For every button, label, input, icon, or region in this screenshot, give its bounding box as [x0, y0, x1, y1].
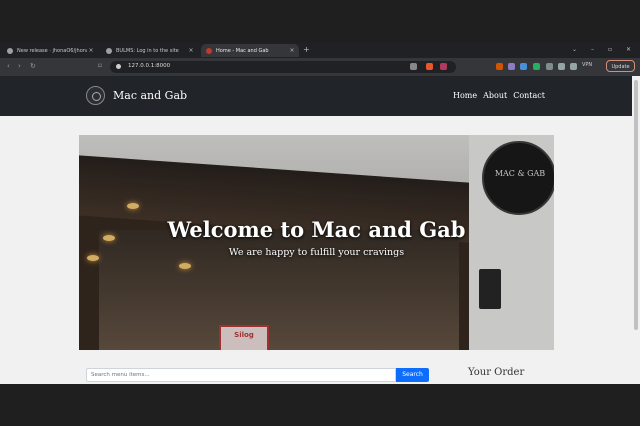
- extension-icon[interactable]: [546, 63, 553, 70]
- site-info-icon[interactable]: [116, 64, 121, 69]
- url-text: 127.0.0.1:8000: [128, 63, 171, 69]
- hero-subtitle: We are happy to fulfill your cravings: [228, 247, 405, 258]
- github-icon: [7, 47, 13, 54]
- browser-window: New release · jhonaO6/jhona × BULMS: Log…: [0, 43, 640, 384]
- chevron-down-icon[interactable]: ⌄: [572, 46, 577, 53]
- brand-name[interactable]: Mac and Gab: [113, 89, 187, 102]
- vpn-button[interactable]: VPN: [582, 62, 592, 68]
- logo[interactable]: [86, 86, 105, 105]
- tab-bulms[interactable]: BULMS: Log in to the site ×: [101, 44, 198, 57]
- extension-icon[interactable]: [533, 63, 540, 70]
- url-field[interactable]: 127.0.0.1:8000: [110, 61, 456, 73]
- update-button[interactable]: Update: [606, 60, 635, 72]
- tab-github[interactable]: New release · jhonaO6/jhona ×: [2, 44, 98, 57]
- tab-label: New release · jhonaO6/jhona: [17, 47, 87, 54]
- nav-about[interactable]: About: [483, 91, 507, 100]
- brave-shield-icon[interactable]: [426, 63, 433, 70]
- tab-label: Home - Mac and Gab: [216, 47, 269, 54]
- scrollbar-thumb[interactable]: [634, 80, 638, 330]
- nav-contact[interactable]: Contact: [513, 91, 545, 100]
- screen-top-bezel: [0, 0, 640, 43]
- address-bar: ‹ › ↻ ⌑ 127.0.0.1:8000 VPN Update: [0, 58, 640, 76]
- nav-home[interactable]: Home: [453, 91, 477, 100]
- wallet-icon[interactable]: [570, 63, 577, 70]
- extension-icon[interactable]: [496, 63, 503, 70]
- site-navbar: Mac and Gab Home About Contact: [0, 76, 632, 116]
- extension-icon[interactable]: [520, 63, 527, 70]
- close-icon[interactable]: ×: [87, 47, 95, 54]
- close-icon[interactable]: ×: [288, 47, 296, 54]
- hero-title: Welcome to Mac and Gab: [167, 217, 466, 242]
- sidebar-icon[interactable]: [558, 63, 565, 70]
- tab-label: BULMS: Log in to the site: [116, 47, 179, 54]
- hero-overlay: [79, 135, 554, 350]
- forward-icon[interactable]: ›: [18, 62, 21, 70]
- maximize-button[interactable]: ▫: [608, 46, 612, 53]
- share-icon[interactable]: [410, 63, 417, 70]
- window-close-button[interactable]: ✕: [626, 46, 631, 53]
- gear-icon: [106, 47, 112, 54]
- site-icon: [206, 47, 212, 54]
- order-heading: Your Order: [468, 367, 525, 378]
- extension-icon[interactable]: [508, 63, 515, 70]
- reload-icon[interactable]: ↻: [30, 62, 36, 70]
- tab-bar: New release · jhonaO6/jhona × BULMS: Log…: [0, 43, 640, 58]
- search-input[interactable]: Search menu items...: [86, 368, 396, 382]
- hero-banner: MAC & GAB Silog Welcome to Mac and Gab W…: [79, 135, 554, 350]
- screen-bottom-bezel: [0, 384, 640, 426]
- close-icon[interactable]: ×: [187, 47, 195, 54]
- rewards-icon[interactable]: [440, 63, 447, 70]
- nav-links: Home About Contact: [453, 91, 545, 100]
- bookmark-icon[interactable]: ⌑: [98, 62, 102, 70]
- minimize-button[interactable]: –: [591, 46, 594, 53]
- search-button[interactable]: Search: [396, 368, 429, 382]
- tab-home[interactable]: Home - Mac and Gab ×: [201, 44, 299, 57]
- new-tab-button[interactable]: +: [303, 45, 310, 54]
- back-icon[interactable]: ‹: [7, 62, 10, 70]
